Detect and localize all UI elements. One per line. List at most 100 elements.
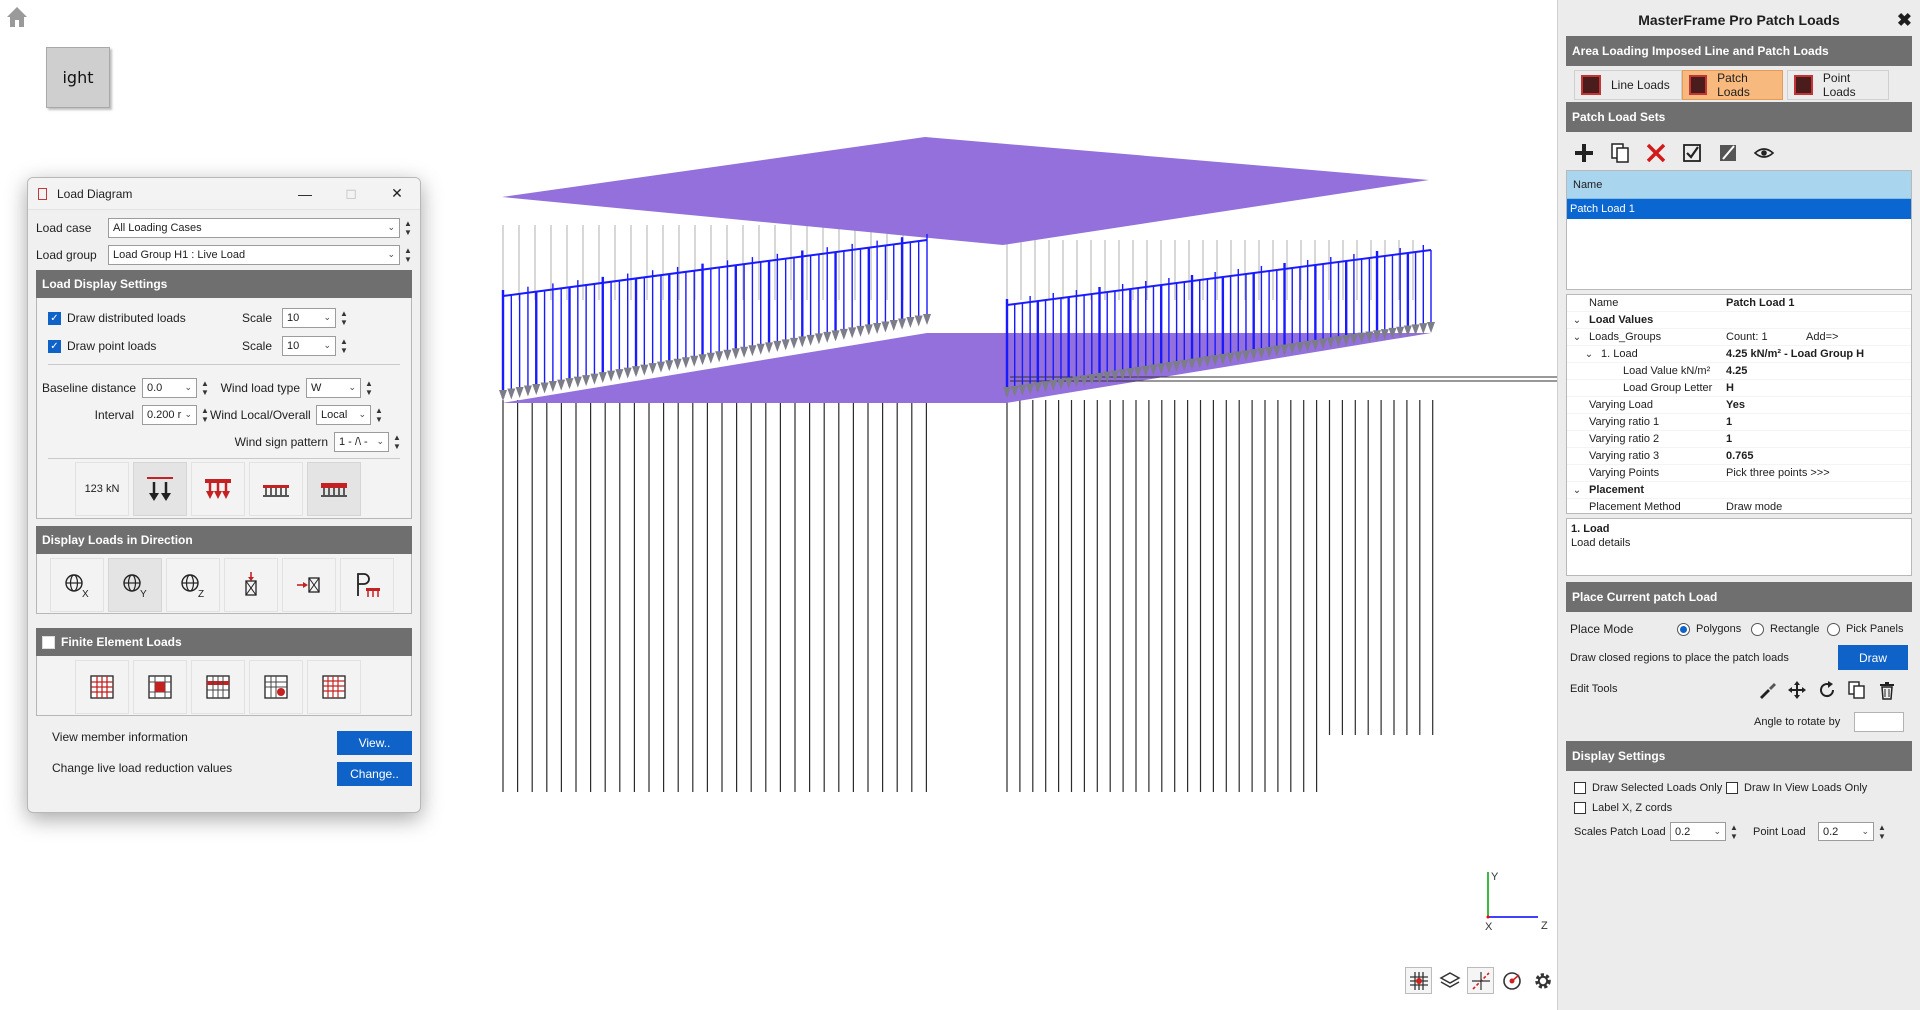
interval-select[interactable]: 0.200 r ⌄ — [142, 405, 197, 425]
property-row[interactable]: Placement Method Draw mode — [1567, 499, 1911, 513]
direction-x-button[interactable]: X — [50, 558, 104, 612]
wind-type-spinner[interactable]: ▲ ▼ — [364, 379, 374, 397]
property-row[interactable]: Varying ratio 3 0.765 — [1567, 448, 1911, 465]
property-row[interactable]: Load Value kN/m² 4.25 — [1567, 363, 1911, 380]
trash-icon[interactable] — [1874, 677, 1900, 703]
scale-point-spinner[interactable]: ▲ ▼ — [339, 337, 349, 355]
property-row[interactable]: Varying ratio 2 1 — [1567, 431, 1911, 448]
property-row[interactable]: Varying ratio 1 1 — [1567, 414, 1911, 431]
property-row[interactable]: Varying Load Yes — [1567, 397, 1911, 414]
property-category[interactable]: ⌄ Load Values — [1567, 312, 1911, 329]
tab-point-loads[interactable]: Point Loads — [1787, 70, 1889, 100]
home-icon[interactable] — [4, 4, 30, 30]
point-load-scale-spinner[interactable]: ▲ ▼ — [1877, 823, 1887, 841]
chevron-down-icon[interactable]: ⌄ — [1571, 315, 1583, 326]
list-column-name[interactable]: Name — [1567, 171, 1911, 199]
grid-snap-icon[interactable] — [1405, 967, 1432, 994]
global-axis-button[interactable] — [282, 558, 336, 612]
maximize-icon[interactable]: ◻ — [328, 178, 374, 210]
direction-y-button[interactable]: Y — [108, 558, 162, 612]
point-load-scale-select[interactable]: 0.2 ⌄ — [1818, 822, 1874, 841]
draw-point-checkbox[interactable]: ✓ — [48, 339, 61, 353]
add-link[interactable]: Add=> — [1802, 331, 1911, 343]
patch-load-scale-select[interactable]: 0.2 ⌄ — [1670, 822, 1726, 841]
property-row[interactable]: ⌄ Loads_Groups Count: 1 Add=> — [1567, 329, 1911, 346]
close-icon[interactable]: ✖ — [1897, 10, 1912, 31]
wind-local-select[interactable]: Local ⌄ — [316, 405, 371, 425]
baseline-spinner[interactable]: ▲ ▼ — [200, 379, 210, 397]
property-row[interactable]: Varying Points Pick three points >>> — [1567, 465, 1911, 482]
view-cube[interactable]: ight — [46, 47, 110, 108]
list-item[interactable]: Patch Load 1 — [1567, 199, 1911, 219]
scale-point-select[interactable]: 10 ⌄ — [282, 336, 336, 356]
radio-rectangle[interactable] — [1751, 622, 1764, 636]
fe-point-button[interactable] — [249, 660, 303, 714]
radio-pick-panels[interactable] — [1827, 622, 1840, 636]
close-icon[interactable]: ✕ — [374, 178, 420, 210]
chevron-down-icon[interactable]: ⌄ — [1571, 485, 1583, 496]
fe-grid-button[interactable] — [75, 660, 129, 714]
wind-local-spinner[interactable]: ▲ ▼ — [374, 406, 384, 424]
point-arrows-button[interactable] — [133, 462, 187, 516]
property-row[interactable]: Name Patch Load 1 — [1567, 295, 1911, 312]
minimize-icon[interactable]: — — [282, 178, 328, 210]
distributed-arrows-button[interactable] — [191, 462, 245, 516]
delete-icon[interactable] — [1644, 141, 1668, 165]
move-icon[interactable] — [1784, 677, 1810, 703]
wind-sign-select[interactable]: 1 - /\ - ⌄ — [334, 432, 389, 452]
load-diagram-titlebar[interactable]: Load Diagram — ◻ ✕ — [28, 178, 420, 210]
frame-loads-button[interactable] — [307, 462, 361, 516]
property-category[interactable]: ⌄ Placement — [1567, 482, 1911, 499]
local-axis-button[interactable] — [224, 558, 278, 612]
property-row[interactable]: ⌄ 1. Load 4.25 kN/m² - Load Group H — [1567, 346, 1911, 363]
wind-type-select[interactable]: W ⌄ — [306, 378, 361, 398]
fe-node-button[interactable] — [133, 660, 187, 714]
patch-load-scale-spinner[interactable]: ▲ ▼ — [1729, 823, 1739, 841]
load-diagram-window[interactable]: Load Diagram — ◻ ✕ Load case All Loading… — [27, 177, 421, 813]
label-xz-checkbox[interactable] — [1574, 802, 1586, 814]
copy-icon[interactable] — [1608, 141, 1632, 165]
load-group-spinner[interactable]: ▲ ▼ — [403, 246, 413, 264]
add-icon[interactable] — [1572, 141, 1596, 165]
view-button[interactable]: View.. — [337, 731, 412, 755]
load-value-label-button[interactable]: 123 kN — [75, 462, 129, 516]
baseline-select[interactable]: 0.0 ⌄ — [142, 378, 197, 398]
wind-sign-spinner[interactable]: ▲ ▼ — [392, 433, 402, 451]
interval-spinner[interactable]: ▲ ▼ — [200, 406, 210, 424]
draw-distributed-checkbox[interactable]: ✓ — [48, 311, 61, 325]
load-group-select[interactable]: Load Group H1 : Live Load ⌄ — [108, 245, 400, 265]
target-rotate-icon[interactable] — [1498, 967, 1525, 994]
scale-distributed-select[interactable]: 10 ⌄ — [282, 308, 336, 328]
patch-load-sets-list[interactable]: Name Patch Load 1 — [1566, 170, 1912, 290]
visibility-eye-icon[interactable] — [1752, 141, 1776, 165]
layers-icon[interactable] — [1436, 967, 1463, 994]
duplicate-icon[interactable] — [1844, 677, 1870, 703]
check-all-icon[interactable] — [1680, 141, 1704, 165]
chevron-down-icon[interactable]: ⌄ — [1571, 332, 1583, 343]
tab-line-loads[interactable]: Line Loads — [1574, 70, 1682, 100]
rotate-icon[interactable] — [1814, 677, 1840, 703]
edit-brush-icon[interactable] — [1754, 677, 1780, 703]
direction-z-button[interactable]: Z — [166, 558, 220, 612]
draw-in-view-checkbox[interactable] — [1726, 782, 1738, 794]
chevron-down-icon[interactable]: ⌄ — [1583, 349, 1595, 360]
fe-surface-button[interactable] — [307, 660, 361, 714]
projected-load-button[interactable] — [340, 558, 394, 612]
property-grid[interactable]: Name Patch Load 1 ⌄ Load Values ⌄ Loads_Gro… — [1566, 294, 1912, 514]
change-button[interactable]: Change.. — [337, 762, 412, 786]
property-row[interactable]: Load Group Letter H — [1567, 380, 1911, 397]
load-case-select[interactable]: All Loading Cases ⌄ — [108, 218, 400, 238]
load-case-spinner[interactable]: ▲ ▼ — [403, 219, 413, 237]
fe-edge-button[interactable] — [191, 660, 245, 714]
fe-loads-checkbox[interactable] — [42, 635, 55, 649]
draw-button[interactable]: Draw — [1838, 645, 1908, 670]
snap-lines-icon[interactable] — [1467, 967, 1494, 994]
scale-distributed-spinner[interactable]: ▲ ▼ — [339, 309, 349, 327]
clear-all-icon[interactable] — [1716, 141, 1740, 165]
angle-input[interactable] — [1854, 712, 1904, 732]
radio-polygons[interactable] — [1677, 622, 1690, 636]
draw-selected-checkbox[interactable] — [1574, 782, 1586, 794]
tab-patch-loads[interactable]: Patch Loads — [1682, 70, 1783, 100]
member-loads-button[interactable] — [249, 462, 303, 516]
settings-gear-icon[interactable] — [1529, 967, 1556, 994]
